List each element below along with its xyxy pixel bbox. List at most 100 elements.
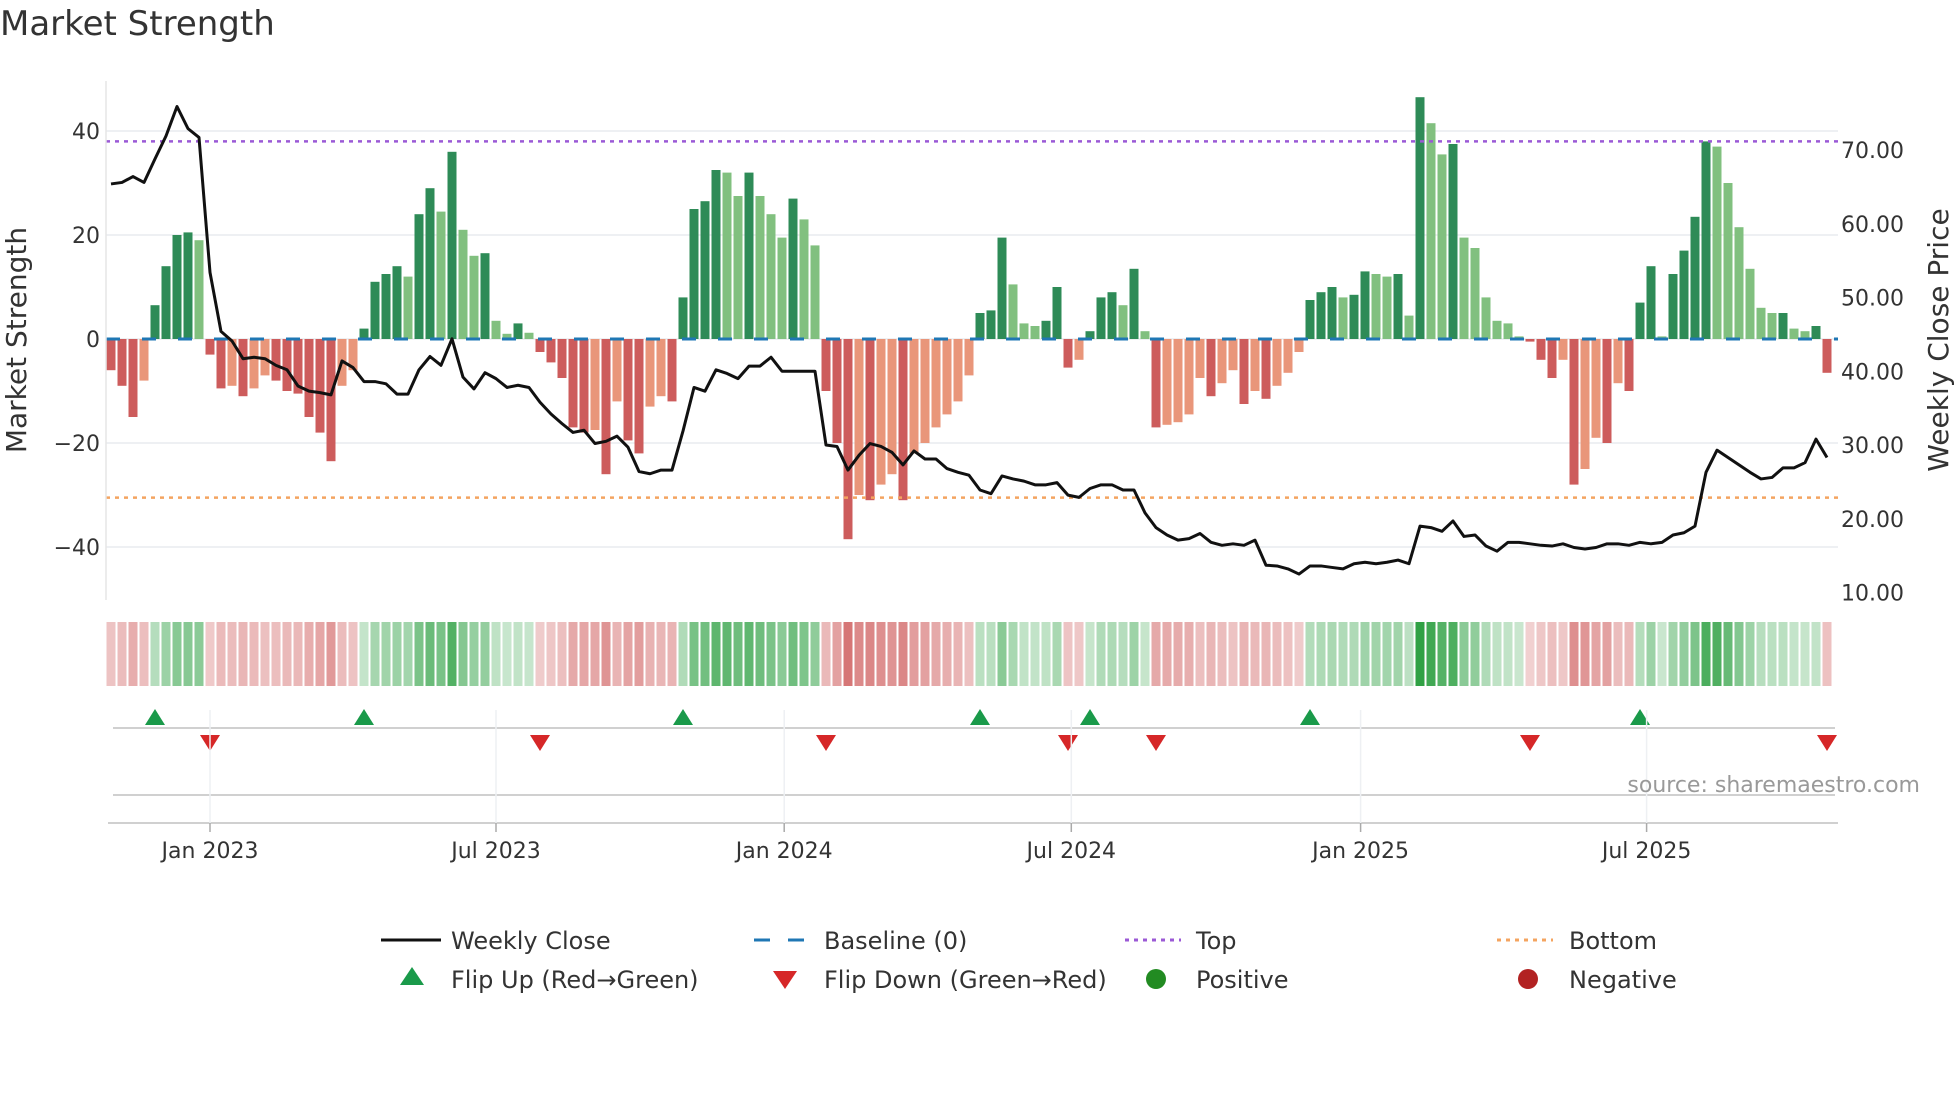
heatmap-cell [1261, 622, 1271, 686]
heatmap-cell [733, 622, 743, 686]
heatmap-cell [172, 622, 182, 686]
strength-bar [1734, 227, 1744, 339]
strength-bar [1206, 339, 1216, 397]
strength-bar [524, 332, 534, 339]
heatmap-cell [304, 622, 314, 686]
strength-bar [1602, 339, 1612, 443]
heatmap-cell [128, 622, 138, 686]
heatmap-cell [656, 622, 666, 686]
heatmap-cell [1789, 622, 1799, 686]
flip-up-marker [1300, 709, 1320, 725]
flip-up-marker [354, 709, 374, 725]
strength-bar [1580, 339, 1590, 469]
heatmap-cell [1107, 622, 1117, 686]
heatmap-cell [1195, 622, 1205, 686]
heatmap-cell [1239, 622, 1249, 686]
heatmap-cell [348, 622, 358, 686]
strength-bar [381, 274, 391, 339]
strength-bar [766, 214, 776, 339]
heatmap-cell [1162, 622, 1172, 686]
strength-bar [1635, 302, 1645, 339]
strength-bar [403, 276, 413, 339]
strength-bar [1041, 320, 1051, 339]
strength-bar [656, 339, 666, 397]
heatmap-cell [557, 622, 567, 686]
strength-bar [1448, 144, 1458, 339]
heatmap-cell [205, 622, 215, 686]
heatmap-cell [975, 622, 985, 686]
y2-tick-label: 30.00 [1841, 434, 1904, 459]
strength-bar [1470, 248, 1480, 339]
strength-bar [986, 310, 996, 339]
strength-bar [1712, 146, 1722, 339]
legend-label: Baseline (0) [824, 927, 967, 955]
strength-bar [106, 339, 116, 371]
strength-bar [1382, 276, 1392, 339]
strength-bar [1668, 274, 1678, 339]
strength-bar [205, 339, 215, 355]
heatmap-cell [579, 622, 589, 686]
strength-bar [843, 339, 853, 540]
heatmap-cell [1118, 622, 1128, 686]
x-tick-label: Jul 2024 [1025, 839, 1117, 864]
heatmap-cell [1272, 622, 1282, 686]
heatmap-cell [1448, 622, 1458, 686]
strength-bar [678, 297, 688, 339]
heatmap-cell [1019, 622, 1029, 686]
strength-bar [183, 232, 193, 339]
heatmap-cell [535, 622, 545, 686]
strength-bar [469, 255, 479, 339]
heatmap-cell [1316, 622, 1326, 686]
strength-bar [1767, 313, 1777, 339]
flip-down-marker [1058, 735, 1078, 751]
heatmap-cell [1679, 622, 1689, 686]
legend-label: Weekly Close [451, 927, 611, 955]
strength-bars [106, 97, 1832, 540]
y-axis-title: Market Strength [0, 227, 33, 453]
strength-bar [1624, 339, 1634, 391]
heatmap-cell [1558, 622, 1568, 686]
strength-bar [788, 198, 798, 339]
heatmap-cell [117, 622, 127, 686]
source-label: source: sharemaestro.com [1627, 773, 1920, 798]
strength-bar [612, 339, 622, 402]
strength-bar [1283, 339, 1293, 373]
y-tick-label: 0 [86, 328, 100, 353]
heatmap-cell [755, 622, 765, 686]
strength-bar [1349, 294, 1359, 339]
circle-green-icon [1146, 969, 1166, 989]
strength-bar [777, 237, 787, 339]
heatmap-cell [271, 622, 281, 686]
strength-bar [150, 305, 160, 339]
x-tick-label: Jul 2023 [449, 839, 541, 864]
axes: 40 20 0 −20 −40 70.00 60.00 50.00 40.00 30.00 20.0… [0, 81, 1955, 607]
heatmap-cell [1283, 622, 1293, 686]
triangle-up-icon [400, 967, 424, 985]
strength-bar [271, 339, 281, 381]
heatmap-cell [568, 622, 578, 686]
heatmap-cell [1349, 622, 1359, 686]
heatmap-cell [1305, 622, 1315, 686]
heatmap-cell [942, 622, 952, 686]
heatmap-cell [1822, 622, 1832, 686]
strength-bar [1217, 339, 1227, 384]
strength-bar [546, 339, 556, 363]
heatmap-cell [788, 622, 798, 686]
strength-bar [623, 339, 633, 441]
strength-bar [1811, 326, 1821, 339]
heatmap-cell [1437, 622, 1447, 686]
strength-bar [282, 339, 292, 391]
strength-bar [854, 339, 864, 495]
heatmap-cell [1723, 622, 1733, 686]
strength-bar [1107, 292, 1117, 339]
strength-bar [172, 235, 182, 339]
y2-tick-label: 20.00 [1841, 508, 1904, 533]
heatmap-cell [1525, 622, 1535, 686]
strength-bar [1129, 268, 1139, 339]
heatmap-cell [1778, 622, 1788, 686]
strength-bar [810, 245, 820, 339]
heatmap-cell [1624, 622, 1634, 686]
heatmap-cell [161, 622, 171, 686]
strength-bar [1745, 268, 1755, 339]
strength-bar [568, 339, 578, 428]
